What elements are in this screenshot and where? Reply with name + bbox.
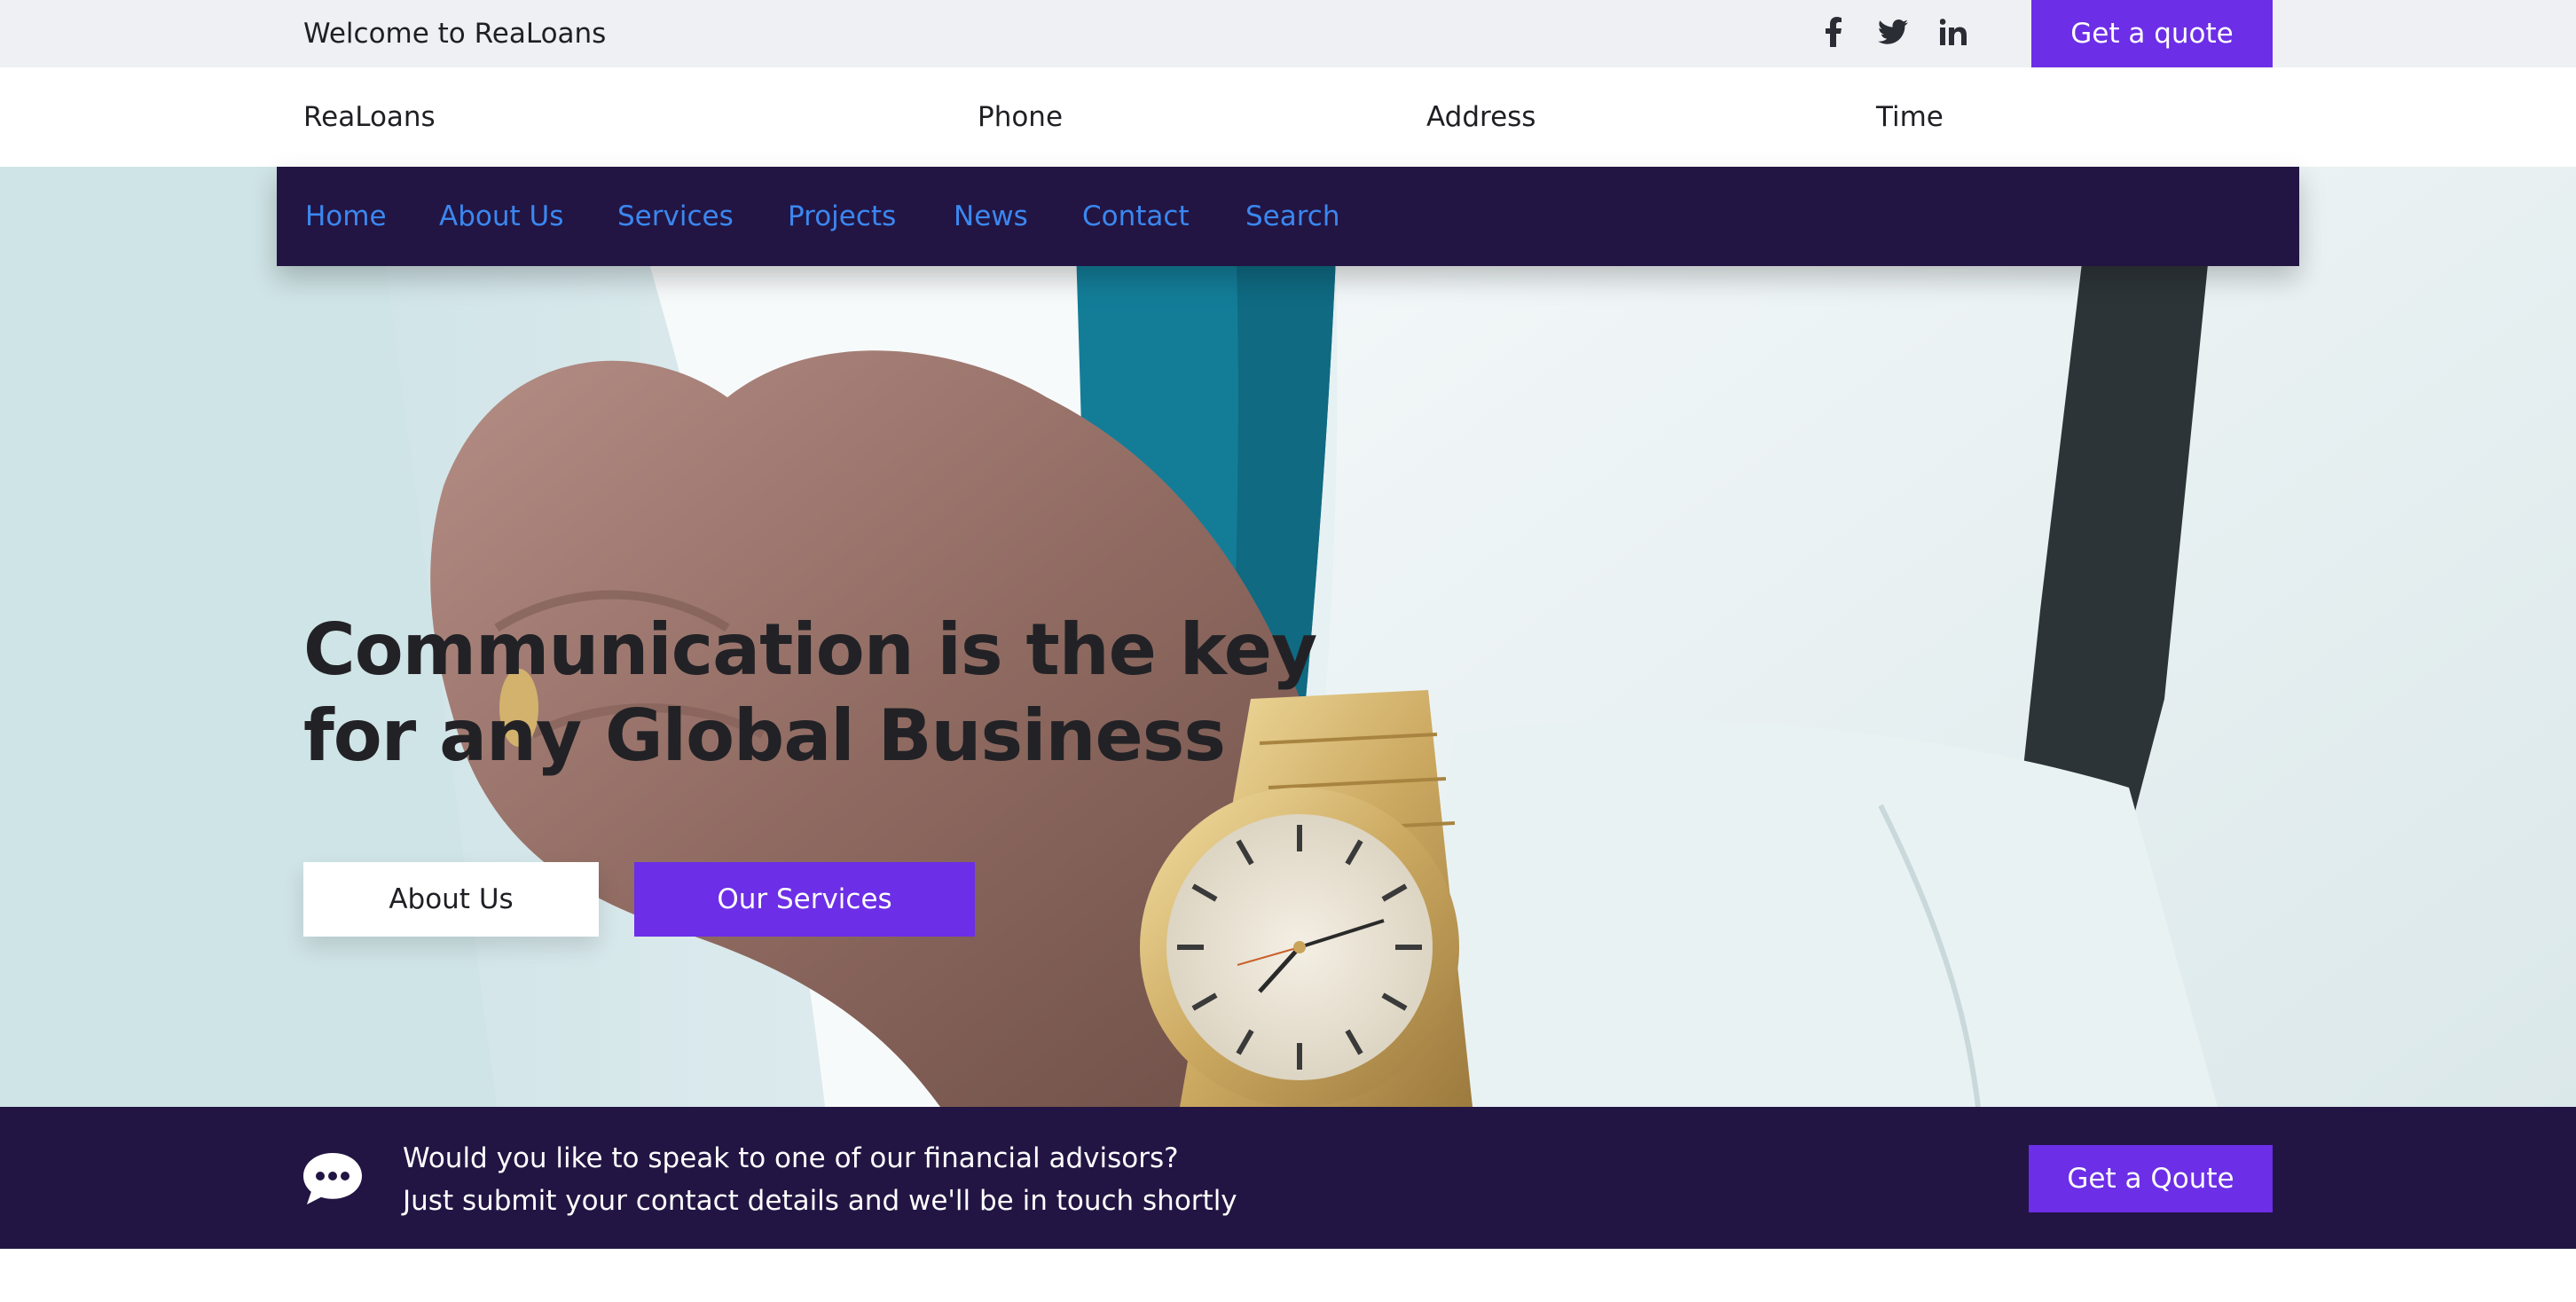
- get-quote-cta-button[interactable]: Get a Qoute: [2029, 1145, 2273, 1212]
- nav-projects[interactable]: Projects: [788, 200, 896, 232]
- nav-about-us[interactable]: About Us: [439, 200, 563, 232]
- nav-home[interactable]: Home: [305, 200, 387, 232]
- twitter-icon[interactable]: [1873, 12, 1912, 51]
- cta-line-1: Would you like to speak to one of our fi…: [403, 1142, 1179, 1174]
- chat-bubble-icon: [303, 1153, 362, 1204]
- nav-contact[interactable]: Contact: [1082, 200, 1190, 232]
- our-services-button[interactable]: Our Services: [634, 862, 975, 937]
- linkedin-icon[interactable]: [1934, 12, 1973, 51]
- nav-news[interactable]: News: [954, 200, 1028, 232]
- welcome-text: Welcome to ReaLoans: [303, 18, 607, 50]
- time-label: Time: [1876, 101, 1944, 133]
- hero-headline: Communication is the key for any Global …: [303, 607, 1317, 779]
- hero-headline-line-1: Communication is the key: [303, 608, 1317, 691]
- phone-label: Phone: [978, 101, 1064, 133]
- nav-search[interactable]: Search: [1245, 200, 1340, 232]
- hero-headline-line-2: for any Global Business: [303, 694, 1226, 777]
- cta-line-2: Just submit your contact details and we'…: [403, 1185, 1237, 1217]
- cta-banner: Would you like to speak to one of our fi…: [0, 1107, 2576, 1249]
- about-us-button[interactable]: About Us: [303, 862, 599, 937]
- facebook-icon[interactable]: [1814, 12, 1853, 51]
- info-bar: ReaLoans Phone Address Time: [0, 67, 2576, 167]
- get-quote-button[interactable]: Get a quote: [2031, 0, 2273, 67]
- main-nav: Home About Us Services Projects News Con…: [277, 167, 2299, 266]
- top-bar: Welcome to ReaLoans Get a quote: [0, 0, 2576, 67]
- nav-services[interactable]: Services: [617, 200, 734, 232]
- address-label: Address: [1426, 101, 1536, 133]
- brand-name: ReaLoans: [303, 101, 436, 133]
